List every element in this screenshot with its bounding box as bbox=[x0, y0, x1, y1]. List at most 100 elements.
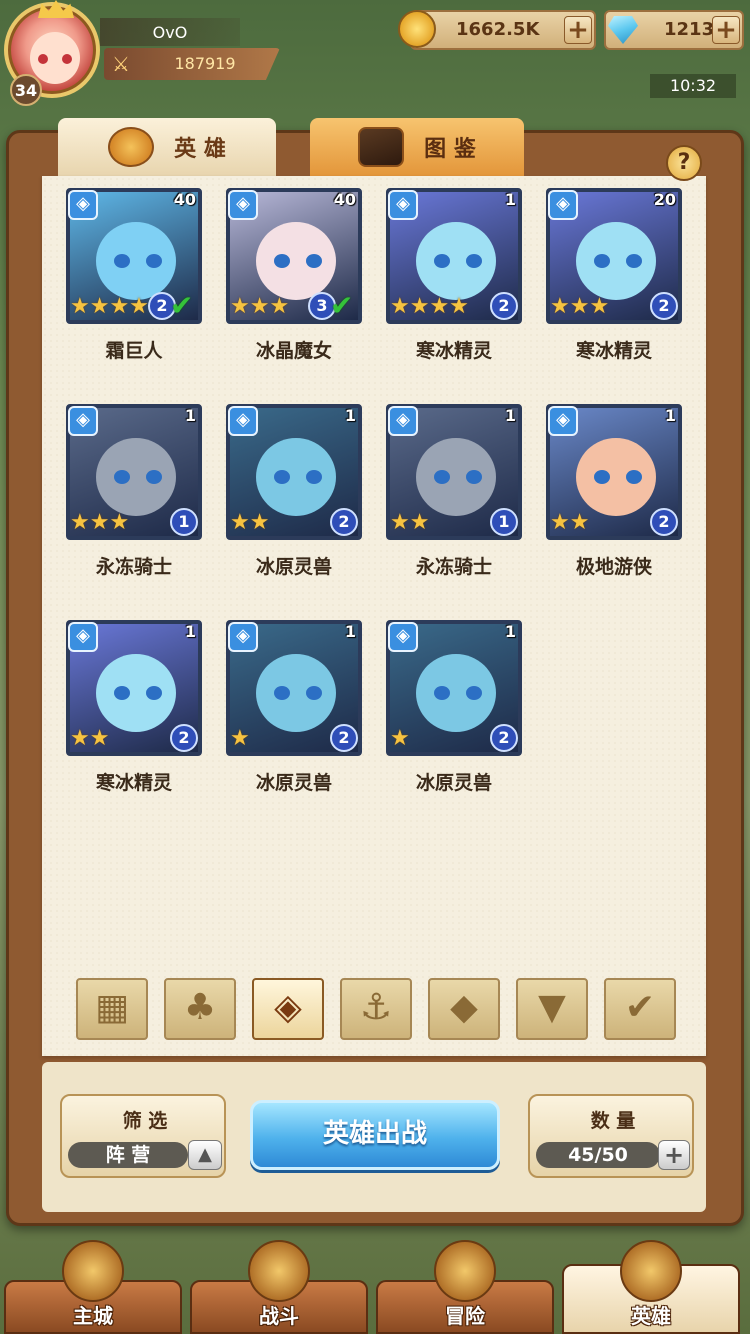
count-label: 数 量 bbox=[590, 1110, 636, 1132]
hero-level: 1 bbox=[504, 406, 516, 425]
portrait-eye bbox=[434, 254, 450, 268]
power-value: 187919 bbox=[174, 54, 236, 73]
hero-stars: ★★★ bbox=[70, 512, 129, 534]
ice-faction-icon: ◈ bbox=[228, 622, 258, 652]
hero-rank-badge: 1 bbox=[490, 508, 518, 536]
star-icon: ★★★ bbox=[550, 294, 610, 319]
portrait-head bbox=[416, 654, 496, 732]
ice-faction-icon: ◈ bbox=[388, 190, 418, 220]
portrait-eye bbox=[466, 470, 482, 484]
player-name: OvO bbox=[100, 18, 240, 46]
hero-card[interactable]: ◈ 1 ★★ 2 寒冰精灵 bbox=[66, 620, 202, 810]
hero-card[interactable]: ◈ 20 ★★★ 2 寒冰精灵 bbox=[546, 188, 682, 378]
filter-box: 筛 选 阵 营 ▲ bbox=[60, 1094, 226, 1178]
gold-counter: 1662.5K + bbox=[398, 10, 596, 50]
hero-crest-icon bbox=[620, 1240, 682, 1302]
forest-faction-icon[interactable]: ♣ bbox=[164, 978, 236, 1040]
hero-stars: ★★ bbox=[550, 512, 589, 534]
tab-heroes[interactable]: 英 雄 bbox=[58, 118, 276, 176]
portrait-eye bbox=[306, 254, 322, 268]
portrait-eye bbox=[274, 470, 290, 484]
deployed-check-icon: ✔ bbox=[330, 289, 354, 322]
ice-faction-icon: ◈ bbox=[228, 190, 258, 220]
castle-icon bbox=[62, 1240, 124, 1302]
hero-level: 40 bbox=[333, 190, 356, 209]
helmet-icon bbox=[108, 127, 155, 167]
hero-card[interactable]: ◈ 1 ★★ 2 冰原灵兽 bbox=[226, 404, 362, 594]
hero-name: 冰原灵兽 bbox=[255, 556, 332, 578]
hero-card[interactable]: ◈ 1 ★ 2 冰原灵兽 bbox=[226, 620, 362, 810]
portrait-eye bbox=[114, 686, 130, 700]
ice-faction-icon: ◈ bbox=[548, 406, 578, 436]
hero-stars: ★★★★ bbox=[70, 296, 149, 318]
portrait-eye bbox=[146, 470, 162, 484]
hero-name: 霜巨人 bbox=[105, 340, 163, 362]
player-level-badge: 34 bbox=[10, 74, 42, 106]
crossed-swords-icon bbox=[248, 1240, 310, 1302]
hero-rank-badge: 2 bbox=[170, 724, 198, 752]
grid-icon[interactable]: ▦ bbox=[76, 978, 148, 1040]
hero-name: 寒冰精灵 bbox=[575, 340, 652, 362]
hero-rank-badge: 2 bbox=[330, 724, 358, 752]
portrait-eye bbox=[466, 686, 482, 700]
ice-faction-icon: ◈ bbox=[68, 406, 98, 436]
ice-faction-icon: ◈ bbox=[388, 406, 418, 436]
deployed-check-icon: ✔ bbox=[170, 289, 194, 322]
hero-name: 冰晶魔女 bbox=[255, 340, 332, 362]
hero-card[interactable]: ◈ 40 ★★★★ 2 ✔ 霜巨人 bbox=[66, 188, 202, 378]
portrait-eye bbox=[434, 470, 450, 484]
hero-stars: ★★★ bbox=[230, 296, 289, 318]
hero-level: 1 bbox=[664, 406, 676, 425]
avatar-eyes bbox=[38, 54, 72, 64]
hero-card[interactable]: ◈ 1 ★★ 2 极地游侠 bbox=[546, 404, 682, 594]
portrait-eye bbox=[306, 686, 322, 700]
ice-faction-icon: ◈ bbox=[68, 622, 98, 652]
hero-level: 1 bbox=[344, 622, 356, 641]
portrait-eye bbox=[274, 254, 290, 268]
beast-faction-icon[interactable]: ◆ bbox=[428, 978, 500, 1040]
ice-faction-icon: ◈ bbox=[548, 190, 578, 220]
help-button[interactable]: ? bbox=[666, 145, 702, 181]
filter-toggle-up-icon[interactable]: ▲ bbox=[188, 1140, 222, 1170]
hero-card[interactable]: ◈ 1 ★★★ 1 永冻骑士 bbox=[66, 404, 202, 594]
tab-codex-label: 图 鉴 bbox=[424, 137, 476, 162]
wing-faction-icon[interactable]: ✔ bbox=[604, 978, 676, 1040]
clock: 10:32 bbox=[650, 74, 736, 98]
hero-name: 永冻骑士 bbox=[95, 556, 172, 578]
hero-level: 1 bbox=[184, 622, 196, 641]
hero-rank-badge: 2 bbox=[650, 508, 678, 536]
hero-name: 冰原灵兽 bbox=[255, 772, 332, 794]
portrait-eye bbox=[114, 470, 130, 484]
hero-name: 冰原灵兽 bbox=[415, 772, 492, 794]
demon-faction-icon[interactable]: ▼ bbox=[516, 978, 588, 1040]
portrait-head bbox=[416, 222, 496, 300]
portrait-head bbox=[96, 222, 176, 300]
hero-level: 1 bbox=[184, 406, 196, 425]
hero-stars: ★ bbox=[390, 728, 410, 750]
hero-count-box: 数 量 45/50 + bbox=[528, 1094, 694, 1178]
gold-value: 1662.5K bbox=[456, 19, 540, 40]
anchor-faction-icon[interactable]: ⚓ bbox=[340, 978, 412, 1040]
hero-card[interactable]: ◈ 40 ★★★ 3 ✔ 冰晶魔女 bbox=[226, 188, 362, 378]
expand-capacity-button[interactable]: + bbox=[658, 1140, 690, 1170]
tab-codex[interactable]: 图 鉴 bbox=[310, 118, 524, 176]
nav-label: 战斗 bbox=[259, 1304, 299, 1328]
add-gold-button[interactable]: + bbox=[564, 16, 592, 44]
portrait-eye bbox=[146, 686, 162, 700]
portrait-head bbox=[96, 654, 176, 732]
hero-card[interactable]: ◈ 1 ★★ 1 永冻骑士 bbox=[386, 404, 522, 594]
ice-faction-icon[interactable]: ◈ bbox=[252, 978, 324, 1040]
add-gems-button[interactable]: + bbox=[712, 16, 740, 44]
hero-level: 1 bbox=[504, 622, 516, 641]
star-icon: ★★★ bbox=[70, 510, 130, 535]
hero-rank-badge: 2 bbox=[330, 508, 358, 536]
ice-faction-icon: ◈ bbox=[388, 622, 418, 652]
nav-label: 主城 bbox=[73, 1304, 113, 1328]
count-value: 45/50 bbox=[536, 1142, 660, 1168]
hero-card[interactable]: ◈ 1 ★ 2 冰原灵兽 bbox=[386, 620, 522, 810]
deploy-heroes-button[interactable]: 英雄出战 bbox=[250, 1100, 500, 1170]
portrait-eye bbox=[626, 470, 642, 484]
hero-card[interactable]: ◈ 1 ★★★★ 2 寒冰精灵 bbox=[386, 188, 522, 378]
portrait-eye bbox=[626, 254, 642, 268]
filter-value[interactable]: 阵 营 bbox=[68, 1142, 188, 1168]
